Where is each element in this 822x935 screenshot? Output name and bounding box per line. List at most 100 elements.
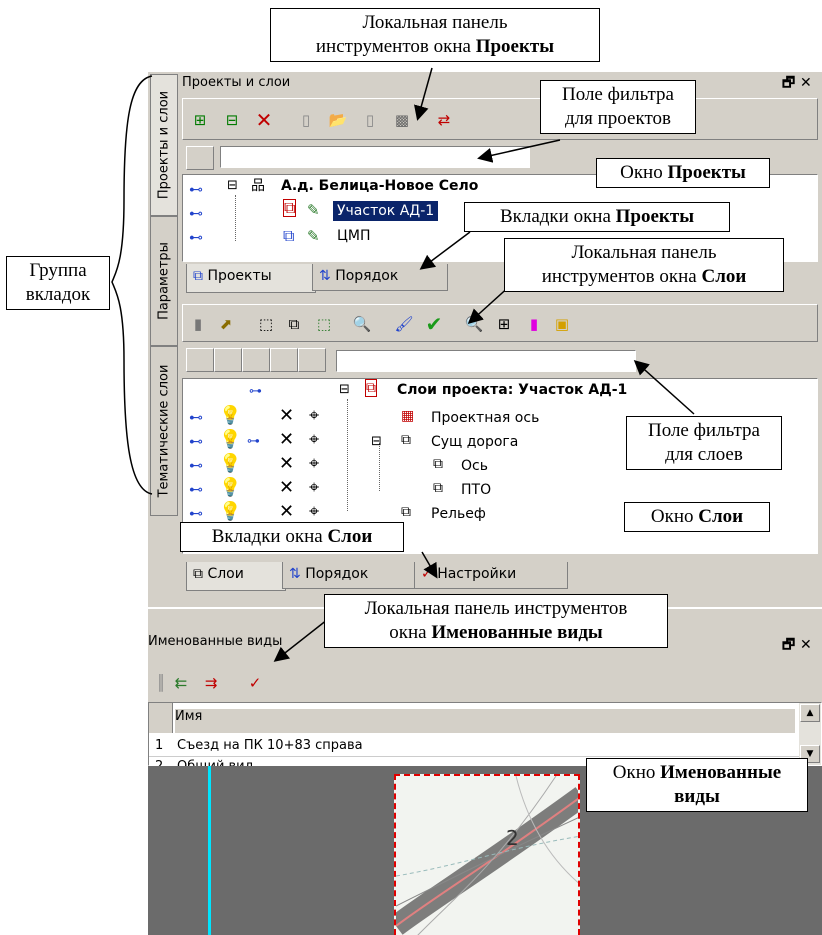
project-item[interactable]: ЦМП	[337, 225, 370, 247]
layer-up-icon[interactable]: ⬚	[313, 313, 335, 335]
add-view-icon[interactable]: ⇇	[170, 672, 192, 694]
callout-text-bold: Проекты	[615, 206, 695, 227]
side-tab-parameters[interactable]: Параметры	[150, 216, 178, 346]
expand-collapse-icon[interactable]: ⊟	[371, 431, 382, 453]
named-views-table: Имя 1 Съезд на ПК 10+83 справа 2 Общий в…	[148, 702, 822, 774]
brush-icon[interactable]: 🖌	[393, 313, 415, 335]
column-linked-button[interactable]	[214, 348, 242, 372]
window-controls[interactable]: 🗗 ✕	[782, 634, 812, 658]
column-visibility-button[interactable]	[186, 348, 214, 372]
bulb-icon[interactable]: 💡	[219, 453, 241, 475]
layer-item[interactable]: Проектная ось	[431, 407, 539, 429]
snap-icon[interactable]: ⌖	[309, 477, 319, 499]
tab-label: Настройки	[437, 566, 517, 582]
expand-icon[interactable]: ⊞	[493, 313, 515, 335]
properties-icon[interactable]: ▩	[391, 109, 413, 131]
window-controls[interactable]: 🗗 ✕	[782, 72, 812, 96]
remove-view-icon[interactable]: ⇉	[200, 672, 222, 694]
layers-root[interactable]: Слои проекта: Участок АД-1	[397, 379, 627, 401]
delete-icon[interactable]: ✕	[279, 501, 294, 523]
column-header[interactable]: Имя	[175, 709, 795, 733]
add-project-icon[interactable]: ⊞	[189, 109, 211, 131]
delete-icon[interactable]: ✕	[279, 429, 294, 451]
callout-text-part: инструментов окна	[541, 266, 702, 287]
column-snap-button[interactable]	[298, 348, 326, 372]
bulb-icon[interactable]: 💡	[219, 477, 241, 499]
tab-layer-order[interactable]: ⇅ Порядок	[282, 562, 418, 589]
new-file-icon[interactable]: ▯	[295, 109, 317, 131]
filter-column-button[interactable]	[186, 146, 214, 170]
theme-icon[interactable]: ▮	[523, 313, 545, 335]
snap-icon[interactable]: ⌖	[309, 429, 319, 451]
callout-text: Поле фильтра	[561, 84, 674, 105]
named-view-frame[interactable]: 2	[394, 774, 580, 935]
transfer-icon[interactable]: ⇄	[433, 109, 455, 131]
tab-settings[interactable]: ✓ Настройки	[414, 562, 568, 589]
snap-icon[interactable]: ⌖	[309, 453, 319, 475]
checkmark-icon[interactable]: ✔	[423, 312, 445, 336]
callout-text-part: Окно	[650, 506, 699, 527]
document-icon[interactable]: ▯	[359, 109, 381, 131]
callout-text: для проектов	[565, 108, 671, 129]
callout-text-bold: виды	[674, 786, 720, 807]
style-check-icon[interactable]: ▣	[551, 313, 573, 335]
delete-icon[interactable]: ✕	[279, 477, 294, 499]
tab-projects[interactable]: ⧉ Проекты	[186, 264, 316, 293]
vertical-scrollbar[interactable]: ▲ ▼	[799, 703, 821, 765]
bulb-icon[interactable]: 💡	[219, 405, 241, 427]
delete-icon[interactable]: ✕	[253, 108, 275, 132]
project-root[interactable]: А.д. Белица-Новое Село	[281, 175, 478, 197]
tab-label: Проекты	[207, 268, 272, 284]
table-row[interactable]: 1 Съезд на ПК 10+83 справа	[149, 735, 799, 757]
layer-item[interactable]: Рельеф	[431, 503, 486, 525]
layer-icon: ⧉	[433, 480, 443, 496]
callout-text-bold: Проекты	[667, 162, 746, 183]
layer-item[interactable]: Сущ дорога	[431, 431, 518, 453]
column-locked-button[interactable]	[242, 348, 270, 372]
add-subproject-icon[interactable]: ⊟	[221, 109, 243, 131]
snap-icon[interactable]: ⌖	[309, 405, 319, 427]
layer-item[interactable]: Ось	[461, 455, 488, 477]
project-item-selected[interactable]: Участок АД-1	[331, 200, 440, 222]
row-number: 1	[155, 738, 164, 753]
tab-layers[interactable]: ⧉ Слои	[186, 562, 286, 591]
link-icon: ⊷	[189, 482, 203, 498]
zoom-layer-icon[interactable]: 🔍	[463, 313, 485, 335]
callout-text: Группа	[29, 260, 87, 281]
side-tab-thematic-layers[interactable]: Тематические слои	[150, 346, 178, 516]
apply-view-icon[interactable]: ✓	[244, 672, 266, 694]
snap-icon[interactable]: ⌖	[309, 501, 319, 523]
callout-layers-window: Окно Слои	[624, 502, 770, 532]
delete-icon[interactable]: ✕	[279, 405, 294, 427]
collapse-icon[interactable]: ⊟	[339, 379, 350, 401]
layer-red-icon: ▦	[401, 408, 415, 424]
view-number-label: 2	[506, 826, 519, 850]
view-name: Съезд на ПК 10+83 справа	[177, 738, 363, 753]
search-icon[interactable]: 🔍	[351, 313, 373, 335]
tab-order[interactable]: ⇅ Порядок	[312, 264, 448, 291]
bulb-icon[interactable]: 💡	[219, 501, 241, 523]
layer-icon[interactable]: ▮	[187, 313, 209, 335]
callout-text: виды	[593, 785, 801, 809]
column-delete-button[interactable]	[270, 348, 298, 372]
open-folder-icon[interactable]: 📂	[327, 109, 349, 131]
layer-group-icon: ⧉	[401, 432, 411, 448]
link-icon: ⊷	[189, 206, 203, 222]
project-icon: ⧉	[283, 198, 297, 217]
projects-toolbar: ⊞ ⊟ ✕ ▯ 📂 ▯ ▩ ⇄	[182, 98, 818, 140]
layer-move-icon[interactable]: ⬈	[215, 313, 237, 335]
bulb-icon[interactable]: 💡	[219, 429, 241, 451]
callout-text-part: Окно	[612, 762, 661, 783]
layer-icon: ⧉	[401, 504, 411, 520]
layer-item[interactable]: ПТО	[461, 479, 491, 501]
side-tab-projects-layers[interactable]: Проекты и слои	[150, 74, 178, 216]
collapse-icon[interactable]: ⊟	[227, 175, 238, 197]
layer-visibility-icon[interactable]: ⬚	[255, 313, 277, 335]
delete-icon[interactable]: ✕	[279, 453, 294, 475]
link-icon: ⊶	[249, 384, 262, 399]
layers-filter-input[interactable]	[336, 350, 636, 372]
copy-icon[interactable]: ⧉	[283, 313, 305, 335]
projects-filter-input[interactable]	[220, 146, 530, 168]
callout-projects-toolbar: Локальная панель инструментов окна Проек…	[270, 8, 600, 62]
scroll-up-button[interactable]: ▲	[800, 704, 820, 722]
